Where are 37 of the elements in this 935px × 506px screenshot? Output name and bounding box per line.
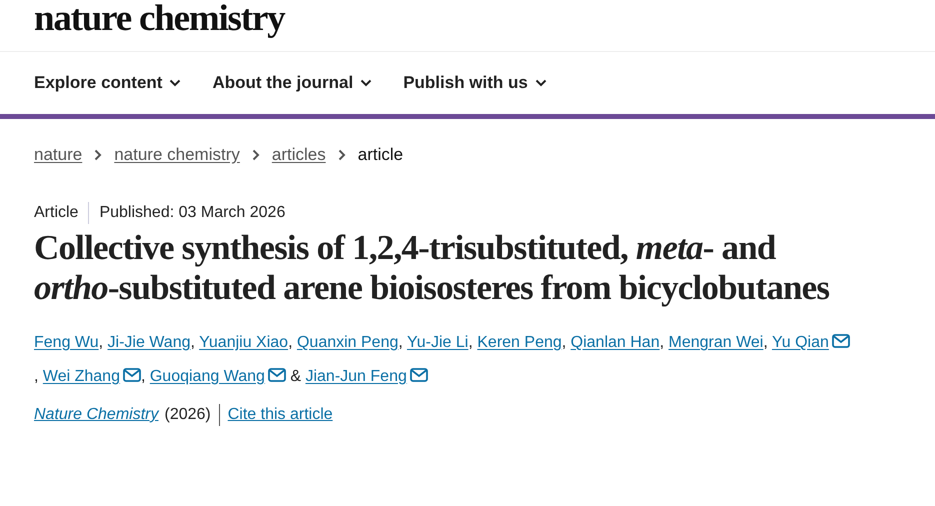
chevron-down-icon — [534, 79, 547, 87]
breadcrumb-link[interactable]: articles — [272, 145, 326, 165]
nav-menu-button[interactable]: Publish with us — [403, 73, 547, 93]
journal-link[interactable]: Nature Chemistry — [34, 406, 158, 424]
breadcrumb-link[interactable]: nature chemistry — [114, 145, 240, 165]
chevron-right-icon — [94, 149, 102, 161]
cite-link[interactable]: Cite this article — [228, 406, 333, 424]
article-type: Article — [34, 204, 78, 222]
author-link[interactable]: Jian-Jun Feng — [305, 368, 407, 385]
author-link[interactable]: Feng Wu — [34, 334, 99, 351]
email-icon[interactable] — [410, 368, 428, 382]
email-icon[interactable] — [122, 368, 141, 382]
publication-year: (2026) — [164, 406, 211, 424]
author-link[interactable]: Mengran Wei — [668, 334, 764, 351]
author-link[interactable]: Yu-Jie Li — [406, 334, 468, 351]
chevron-right-icon — [252, 149, 260, 161]
author-link[interactable]: Ji-Jie Wang — [108, 334, 190, 351]
author-link[interactable]: Yuanjiu Xiao — [199, 334, 288, 351]
author-link[interactable]: Guoqiang Wang — [150, 368, 265, 385]
publish-date: Published: 03 March 2026 — [99, 204, 286, 222]
chevron-down-icon — [169, 79, 182, 87]
article-title: Collective synthesis of 1,2,4-trisubstituted, meta- and ortho-substituted arene bioisosteres from bicyclobutanes — [34, 228, 830, 308]
email-icon[interactable] — [268, 368, 286, 382]
author-link[interactable]: Quanxin Peng — [296, 334, 398, 351]
nav-menu-button[interactable]: Explore content — [34, 73, 182, 93]
chevron-right-icon — [338, 149, 346, 161]
chevron-down-icon — [360, 79, 372, 87]
author-list: Feng Wu, Ji-Jie Wang, Yuanjiu Xiao, Quanxin Peng, Yu-Jie Li, Keren Peng, Qianlan Han, Mengran Wei, Yu Qian , Wei Zhang , Guoqiang Wang & Jian-Jun Feng — [34, 326, 854, 394]
author-link[interactable]: Wei Zhang — [42, 368, 120, 385]
breadcrumb-link[interactable]: nature — [34, 145, 82, 165]
breadcrumb-current: article — [358, 145, 404, 165]
email-icon[interactable] — [832, 334, 850, 348]
nav-menu-button[interactable]: About the journal — [212, 73, 372, 93]
author-link[interactable]: Qianlan Han — [570, 334, 660, 351]
author-link[interactable]: Keren Peng — [477, 334, 562, 351]
site-logo[interactable]: nature chemistry — [34, 0, 284, 37]
author-link[interactable]: Yu Qian — [772, 334, 829, 351]
